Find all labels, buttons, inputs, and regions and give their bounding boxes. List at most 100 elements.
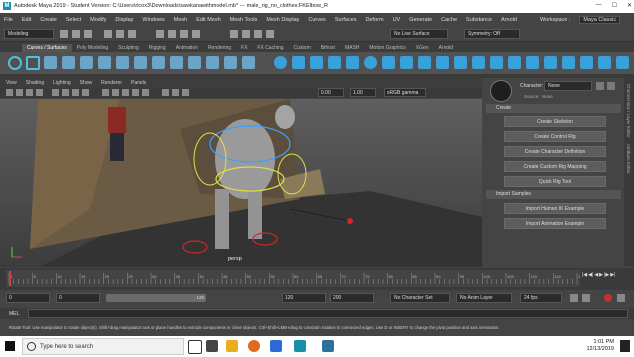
store-icon[interactable] bbox=[270, 340, 282, 352]
mel-label[interactable]: MEL bbox=[9, 311, 19, 317]
taskbar-search-input[interactable]: Type here to search bbox=[22, 338, 184, 355]
anim-layer-dropdown[interactable]: No Anim Layer bbox=[456, 293, 512, 303]
autokey-icon[interactable] bbox=[582, 294, 590, 302]
curve-ep-icon[interactable] bbox=[44, 56, 57, 69]
menu-display[interactable]: Display bbox=[115, 17, 133, 23]
clock[interactable]: 1:01 PM 12/13/2019 bbox=[586, 339, 614, 353]
hik-options-icon[interactable] bbox=[596, 82, 604, 90]
create-skeleton-button[interactable]: Create Skeleton bbox=[504, 116, 606, 127]
intersect-icon[interactable] bbox=[490, 56, 503, 69]
nurbs-cube-icon[interactable] bbox=[292, 56, 305, 69]
shelf-tab-mash[interactable]: MASH bbox=[340, 44, 364, 52]
create-section-header[interactable]: Create bbox=[486, 104, 621, 113]
viewport-menu-show[interactable]: Show bbox=[80, 80, 93, 86]
nurbs-plane-icon[interactable] bbox=[346, 56, 359, 69]
shelf-tab-motion-graphics[interactable]: Motion Graphics bbox=[364, 44, 410, 52]
go-to-start-icon[interactable]: |◀ bbox=[582, 272, 587, 282]
loop-icon[interactable] bbox=[570, 294, 578, 302]
bevel-plus-icon[interactable] bbox=[472, 56, 485, 69]
playback-end-field[interactable]: 120 bbox=[282, 293, 326, 303]
detach-curves-icon[interactable] bbox=[152, 56, 165, 69]
viewport-menu-renderer[interactable]: Renderer bbox=[101, 80, 122, 86]
planar-icon[interactable] bbox=[418, 56, 431, 69]
mel-input[interactable] bbox=[28, 309, 628, 318]
menu-curves[interactable]: Curves bbox=[308, 17, 325, 23]
menu-arnold[interactable]: Arnold bbox=[501, 17, 517, 23]
firefox-icon[interactable] bbox=[248, 340, 260, 352]
range-slider[interactable]: 120 bbox=[106, 294, 206, 302]
source-value[interactable]: None bbox=[542, 94, 553, 99]
menu-select[interactable]: Select bbox=[66, 17, 81, 23]
maximize-button[interactable]: ☐ bbox=[612, 2, 617, 9]
menu-substance[interactable]: Substance bbox=[466, 17, 492, 23]
cortana-icon[interactable] bbox=[188, 340, 202, 354]
menu-mesh-tools[interactable]: Mesh Tools bbox=[230, 17, 258, 23]
shelf-tab-poly-modeling[interactable]: Poly Modeling bbox=[72, 44, 113, 52]
viewport-menu-view[interactable]: View bbox=[6, 80, 17, 86]
symmetry-dropdown[interactable]: Symmetry: Off bbox=[464, 29, 520, 39]
add-points-icon[interactable] bbox=[242, 56, 255, 69]
open-close-surface-icon[interactable] bbox=[598, 56, 611, 69]
menu-mesh-display[interactable]: Mesh Display bbox=[266, 17, 299, 23]
maya-taskbar-icon[interactable] bbox=[294, 340, 306, 352]
character-set-dropdown[interactable]: No Character Set bbox=[390, 293, 450, 303]
gamma-field[interactable]: 1.00 bbox=[350, 88, 376, 97]
rebuild-surface-icon[interactable] bbox=[616, 56, 629, 69]
arc-tool-icon[interactable] bbox=[98, 56, 111, 69]
attach-surfaces-icon[interactable] bbox=[562, 56, 575, 69]
viewport-menu-panels[interactable]: Panels bbox=[131, 80, 146, 86]
create-character-definition-button[interactable]: Create Character Definition bbox=[504, 146, 606, 157]
menu-surfaces[interactable]: Surfaces bbox=[335, 17, 357, 23]
time-slider[interactable]: 0 5 10 15 20 25 30 35 40 45 50 55 60 65 70 75 80 85 90 95 10… bbox=[0, 268, 634, 290]
nurbs-circle-icon[interactable] bbox=[8, 56, 22, 70]
record-icon[interactable] bbox=[604, 294, 612, 302]
close-button[interactable]: ✕ bbox=[627, 2, 632, 9]
insert-knot-icon[interactable] bbox=[170, 56, 183, 69]
shelf-tab-arnold[interactable]: Arnold bbox=[434, 44, 458, 52]
shelf-tab-fx-caching[interactable]: FX Caching bbox=[252, 44, 288, 52]
mode-dropdown[interactable]: Modeling bbox=[4, 29, 54, 39]
birail-icon[interactable] bbox=[454, 56, 467, 69]
viewport-menu-lighting[interactable]: Lighting bbox=[53, 80, 71, 86]
hik-settings-icon[interactable] bbox=[607, 82, 615, 90]
step-forward-icon[interactable]: |▶ bbox=[604, 272, 609, 282]
revolve-icon[interactable] bbox=[382, 56, 395, 69]
scene-start-field[interactable]: 0 bbox=[6, 293, 50, 303]
nurbs-square-icon[interactable] bbox=[26, 56, 40, 70]
extrude-icon[interactable] bbox=[436, 56, 449, 69]
trim-tool-icon[interactable] bbox=[526, 56, 539, 69]
detach-surfaces-icon[interactable] bbox=[580, 56, 593, 69]
time-ruler[interactable]: 0 5 10 15 20 25 30 35 40 45 50 55 60 65 70 75 80 85 90 95 10… bbox=[6, 270, 585, 287]
create-control-rig-button[interactable]: Create Control Rig bbox=[504, 131, 606, 142]
menu-windows[interactable]: Windows bbox=[142, 17, 164, 23]
live-surface-dropdown[interactable]: No Live Surface bbox=[390, 29, 448, 39]
menu-edit[interactable]: Edit bbox=[22, 17, 31, 23]
minimize-button[interactable]: — bbox=[596, 2, 602, 9]
playback-start-field[interactable]: 0 bbox=[56, 293, 100, 303]
shelf-tab-animation[interactable]: Animation bbox=[171, 44, 203, 52]
step-back-icon[interactable]: ◀| bbox=[588, 272, 593, 282]
shelf-tab-fx[interactable]: FX bbox=[236, 44, 252, 52]
viewport-panel[interactable]: persp bbox=[0, 99, 482, 267]
exposure-field[interactable]: 0.00 bbox=[318, 88, 344, 97]
viewport-scene[interactable] bbox=[0, 99, 482, 267]
character-dropdown[interactable]: None bbox=[544, 81, 592, 91]
menu-edit-mesh[interactable]: Edit Mesh bbox=[196, 17, 220, 23]
windows-start-icon[interactable] bbox=[5, 341, 15, 351]
menu-file[interactable]: File bbox=[4, 17, 13, 23]
quick-rig-tool-button[interactable]: Quick Rig Tool bbox=[504, 176, 606, 187]
import-samples-header[interactable]: Import Samples bbox=[486, 190, 621, 199]
create-custom-rig-mapping-button[interactable]: Create Custom Rig Mapping bbox=[504, 161, 606, 172]
file-explorer-icon[interactable] bbox=[226, 340, 238, 352]
menu-mesh[interactable]: Mesh bbox=[174, 17, 187, 23]
rebuild-curve-icon[interactable] bbox=[224, 56, 237, 69]
menu-cache[interactable]: Cache bbox=[441, 17, 457, 23]
untrim-icon[interactable] bbox=[544, 56, 557, 69]
play-forwards-icon[interactable]: ▶ bbox=[599, 272, 603, 282]
offset-curve-icon[interactable] bbox=[206, 56, 219, 69]
scene-end-field[interactable]: 200 bbox=[330, 293, 374, 303]
shelf-tab-bifrost[interactable]: Bifrost bbox=[316, 44, 340, 52]
shelf-tab-custom[interactable]: Custom bbox=[289, 44, 316, 52]
side-tab-channel-box[interactable]: Channel Box / Layer Editor bbox=[626, 84, 631, 138]
color-space-dropdown[interactable]: sRGB gamma bbox=[384, 88, 426, 97]
